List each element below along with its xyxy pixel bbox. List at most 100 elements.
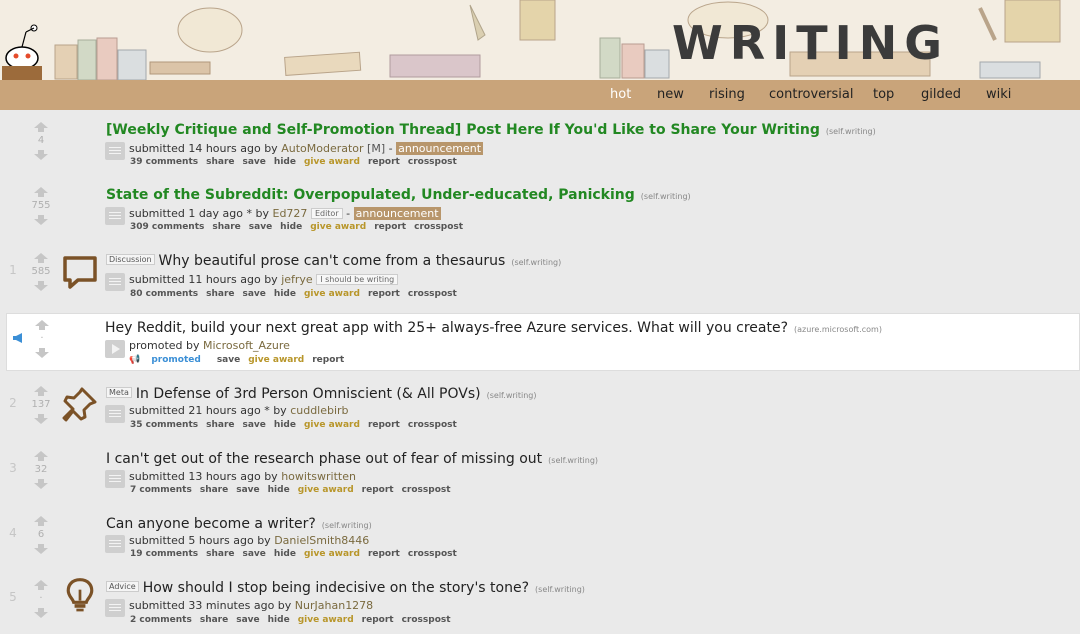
post-title[interactable]: Advice How should I stop being indecisive… [106,580,585,596]
tab-controversial[interactable]: controversial [769,87,853,102]
give-award-button[interactable]: give award [248,355,304,365]
crosspost-button[interactable]: crosspost [402,615,451,625]
expand-text-icon[interactable] [105,405,125,423]
report-button[interactable]: report [312,355,344,365]
comments-link[interactable]: 39 comments [130,157,198,167]
report-button[interactable]: report [368,157,400,167]
post-author[interactable]: cuddlebirb [290,404,348,417]
downvote-arrow-icon[interactable] [34,215,48,225]
post-domain[interactable]: (azure.microsoft.com) [794,325,882,334]
post-domain[interactable]: (self.writing) [322,521,372,530]
lightbulb-icon[interactable] [62,577,98,615]
report-button[interactable]: report [368,289,400,299]
downvote-arrow-icon[interactable] [35,348,49,358]
comments-link[interactable]: 80 comments [130,289,198,299]
share-button[interactable]: share [206,157,234,167]
give-award-button[interactable]: give award [304,289,360,299]
tab-gilded[interactable]: gilded [921,87,961,102]
expand-text-icon[interactable] [105,273,125,291]
give-award-button[interactable]: give award [304,420,360,430]
crosspost-button[interactable]: crosspost [408,157,457,167]
tab-wiki[interactable]: wiki [986,87,1011,102]
expand-text-icon[interactable] [105,207,125,225]
upvote-arrow-icon[interactable] [34,580,48,590]
post-author[interactable]: Microsoft_Azure [203,339,290,352]
expand-text-icon[interactable] [105,142,125,160]
upvote-arrow-icon[interactable] [34,253,48,263]
upvote-arrow-icon[interactable] [35,320,49,330]
subreddit-title[interactable]: WRITING [672,16,949,70]
save-button[interactable]: save [243,157,266,167]
save-button[interactable]: save [243,549,266,559]
save-button[interactable]: save [243,420,266,430]
hide-button[interactable]: hide [274,157,296,167]
post-author[interactable]: DanielSmith8446 [274,534,369,547]
hide-button[interactable]: hide [268,615,290,625]
speech-bubble-icon[interactable] [62,252,98,290]
hide-button[interactable]: hide [280,222,302,232]
crosspost-button[interactable]: crosspost [408,289,457,299]
comments-link[interactable]: 7 comments [130,485,192,495]
post-author[interactable]: NurJahan1278 [295,599,373,612]
post-title[interactable]: Meta In Defense of 3rd Person Omniscient … [106,386,537,402]
give-award-button[interactable]: give award [304,157,360,167]
upvote-arrow-icon[interactable] [34,451,48,461]
post-author[interactable]: jefrye [281,273,313,286]
post-author[interactable]: AutoModerator [281,142,363,155]
tab-new[interactable]: new [657,87,684,102]
upvote-arrow-icon[interactable] [34,386,48,396]
report-button[interactable]: report [368,420,400,430]
tab-hot[interactable]: hot [610,87,631,102]
upvote-arrow-icon[interactable] [34,516,48,526]
comments-link[interactable]: 19 comments [130,549,198,559]
upvote-arrow-icon[interactable] [34,122,48,132]
post-domain[interactable]: (self.writing) [511,258,561,267]
crosspost-button[interactable]: crosspost [408,420,457,430]
pushpin-icon[interactable] [62,386,98,424]
downvote-arrow-icon[interactable] [34,608,48,618]
save-button[interactable]: save [243,289,266,299]
post-author[interactable]: howitswritten [281,470,356,483]
downvote-arrow-icon[interactable] [34,150,48,160]
crosspost-button[interactable]: crosspost [408,549,457,559]
post-title[interactable]: [Weekly Critique and Self-Promotion Thre… [106,122,876,138]
comments-link[interactable]: 2 comments [130,615,192,625]
tab-top[interactable]: top [873,87,894,102]
share-button[interactable]: share [206,549,234,559]
post-domain[interactable]: (self.writing) [826,127,876,136]
crosspost-button[interactable]: crosspost [402,485,451,495]
post-author[interactable]: Ed727 [273,207,308,220]
post-domain[interactable]: (self.writing) [641,192,691,201]
save-button[interactable]: save [217,355,240,365]
share-button[interactable]: share [212,222,240,232]
post-domain[interactable]: (self.writing) [487,391,537,400]
share-button[interactable]: share [200,615,228,625]
give-award-button[interactable]: give award [310,222,366,232]
reddit-alien-logo[interactable] [0,18,48,80]
give-award-button[interactable]: give award [298,485,354,495]
report-button[interactable]: report [368,549,400,559]
downvote-arrow-icon[interactable] [34,479,48,489]
give-award-button[interactable]: give award [304,549,360,559]
save-button[interactable]: save [249,222,272,232]
expand-text-icon[interactable] [105,599,125,617]
post-title[interactable]: Hey Reddit, build your next great app wi… [105,320,882,336]
video-play-icon[interactable] [105,340,125,358]
downvote-arrow-icon[interactable] [34,414,48,424]
report-button[interactable]: report [374,222,406,232]
comments-link[interactable]: 309 comments [130,222,204,232]
hide-button[interactable]: hide [274,549,296,559]
report-button[interactable]: report [362,485,394,495]
post-domain[interactable]: (self.writing) [535,585,585,594]
tab-rising[interactable]: rising [709,87,745,102]
report-button[interactable]: report [362,615,394,625]
share-button[interactable]: share [206,289,234,299]
hide-button[interactable]: hide [268,485,290,495]
comments-link[interactable]: 35 comments [130,420,198,430]
share-button[interactable]: share [206,420,234,430]
share-button[interactable]: share [200,485,228,495]
downvote-arrow-icon[interactable] [34,544,48,554]
downvote-arrow-icon[interactable] [34,281,48,291]
post-title[interactable]: Discussion Why beautiful prose can't come… [106,253,561,269]
expand-text-icon[interactable] [105,470,125,488]
